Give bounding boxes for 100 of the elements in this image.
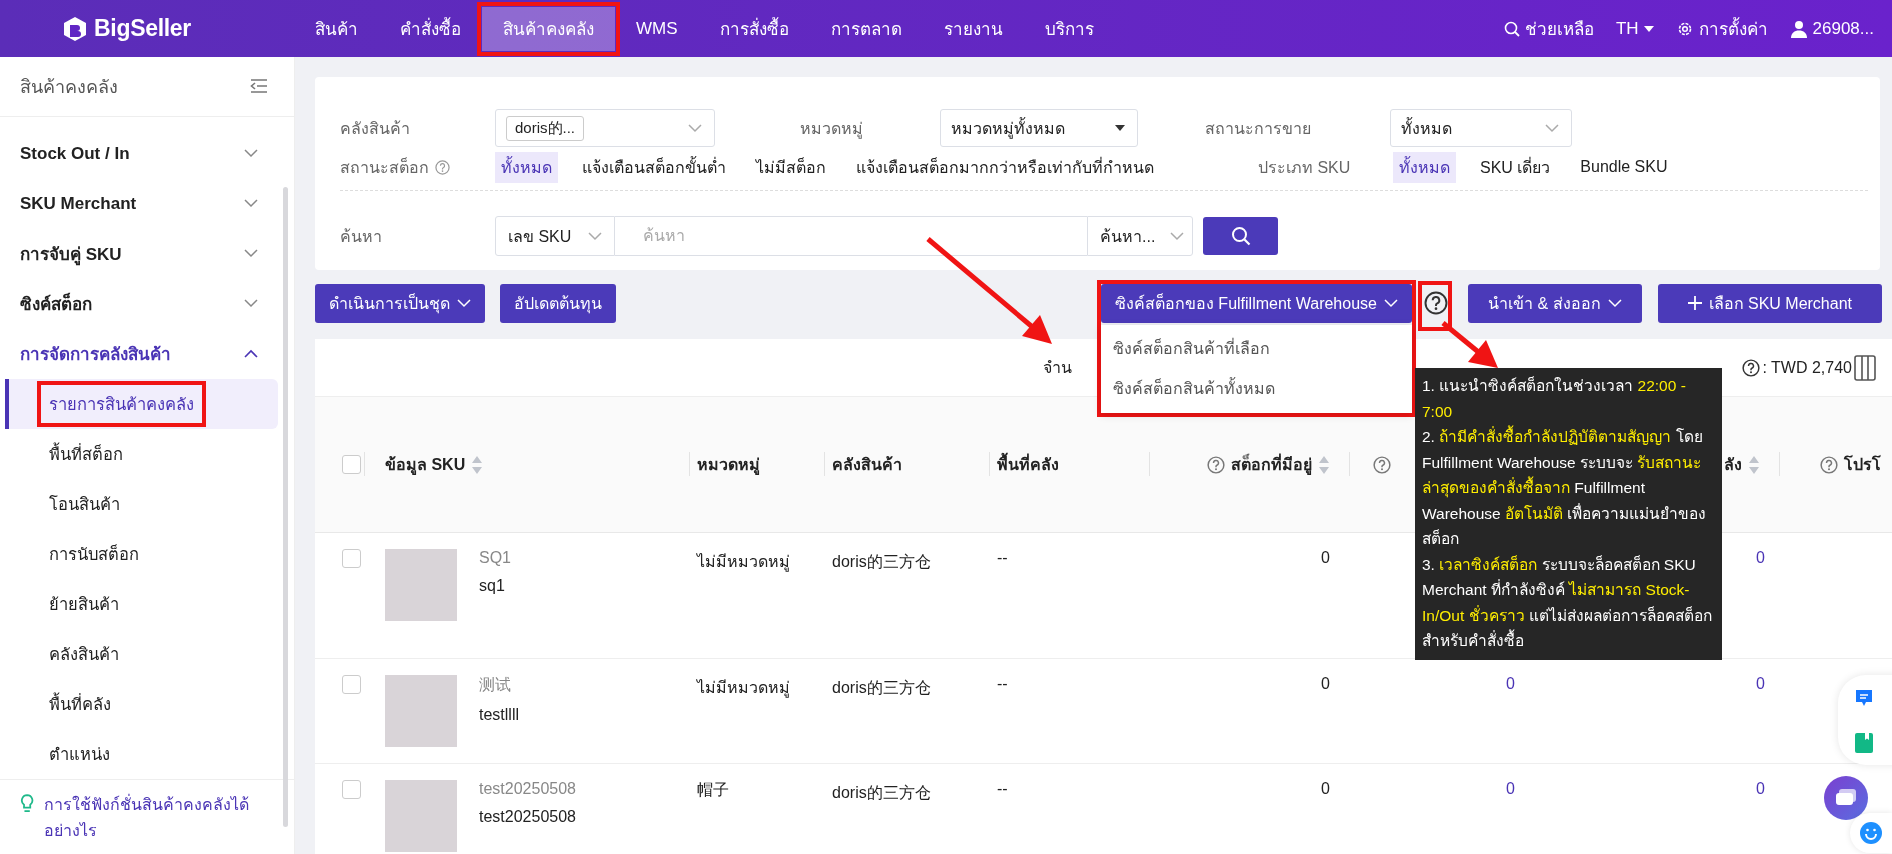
help-link[interactable]: ช่วยเหลือ bbox=[1524, 15, 1594, 42]
stock-link[interactable]: 0 bbox=[1756, 780, 1765, 797]
nav-tab[interactable]: รายงาน bbox=[922, 6, 1024, 51]
column-header: สต็อกที่มีอยู่ bbox=[1231, 452, 1312, 477]
filter-label: สถานะสต็อก bbox=[340, 156, 429, 178]
scrollbar[interactable] bbox=[283, 187, 288, 827]
help-icon bbox=[435, 159, 450, 175]
column-header: โปรโ bbox=[1844, 454, 1881, 475]
table-cell: 0 bbox=[1321, 675, 1330, 692]
selected-tag: doris的... bbox=[506, 115, 584, 141]
sku-code: 测试 bbox=[479, 675, 512, 695]
caret-down-icon bbox=[1643, 25, 1654, 32]
plus-icon bbox=[1687, 296, 1702, 310]
sidebar-item[interactable]: การนับสต็อก bbox=[5, 528, 278, 579]
sidebar-title: สินค้าคงคลัง bbox=[20, 75, 118, 99]
column-header: คลังสินค้า bbox=[832, 455, 902, 475]
search-mode-select[interactable]: ค้นหา... bbox=[1087, 216, 1193, 256]
sidebar-item[interactable]: รายการสินค้าคงคลัง bbox=[5, 378, 278, 429]
filter-label: ค้นหา bbox=[340, 226, 383, 247]
stock-link[interactable]: 0 bbox=[1506, 780, 1515, 797]
user-icon bbox=[1789, 19, 1808, 38]
checkbox[interactable] bbox=[342, 675, 361, 694]
sidebar-item[interactable]: โอนสินค้า bbox=[5, 478, 278, 529]
search-type-select[interactable]: เลข SKU bbox=[495, 216, 615, 256]
filter-chip[interactable]: ทั้งหมด bbox=[495, 151, 558, 183]
checkbox[interactable] bbox=[342, 780, 361, 799]
sync-dropdown-button[interactable]: ซิงค์สต็อกของ Fulfillment Warehouse bbox=[1100, 283, 1412, 323]
sku-code: test20250508 bbox=[479, 780, 576, 798]
nav-tab[interactable]: WMS bbox=[615, 6, 699, 51]
sidebar-group[interactable]: SKU Merchant bbox=[0, 178, 294, 229]
filter-chip[interactable]: ไม่มีสต็อก bbox=[750, 151, 832, 183]
table-cell: -- bbox=[997, 780, 1008, 797]
nav-tab[interactable]: คำสั่งซื้อ bbox=[379, 6, 482, 51]
collapse-menu-icon[interactable] bbox=[250, 78, 268, 95]
sidebar-group[interactable]: การจับคู่ SKU bbox=[0, 228, 294, 279]
logo-icon bbox=[62, 15, 88, 42]
checkbox[interactable] bbox=[342, 549, 361, 568]
filter-chip[interactable]: ทั้งหมด bbox=[1393, 151, 1456, 183]
sidebar-item[interactable]: ย้ายสินค้า bbox=[5, 578, 278, 629]
toolbar-button[interactable]: นำเข้า & ส่งออก bbox=[1467, 283, 1642, 323]
sidebar-item[interactable]: พื้นที่สต็อก bbox=[5, 428, 278, 479]
table-cell: -- bbox=[997, 675, 1008, 692]
chevron-down-icon bbox=[688, 123, 702, 133]
sidebar-group[interactable]: ซิงค์สต็อก bbox=[0, 278, 294, 329]
filter-label: หมวดหมู่ bbox=[800, 118, 864, 141]
sidebar-item[interactable]: ตำแหน่ง bbox=[5, 728, 278, 779]
category-select[interactable]: หมวดหมู่ทั้งหมด bbox=[940, 109, 1138, 147]
warehouse-select[interactable]: doris的... bbox=[495, 109, 715, 147]
sidebar-group[interactable]: การจัดการคลังสินค้า bbox=[0, 328, 294, 379]
column-header: พื้นที่คลัง bbox=[997, 452, 1059, 477]
filter-chip[interactable]: แจ้งเตือนสต็อกขั้นต่ำ bbox=[576, 151, 732, 183]
columns-icon[interactable] bbox=[1854, 354, 1876, 381]
stats-text: : TWD 2,740 bbox=[1762, 358, 1852, 377]
photo-placeholder bbox=[385, 675, 457, 747]
settings-link[interactable]: การตั้งค่า bbox=[1698, 15, 1768, 42]
sales-status-select[interactable]: ทั้งหมด bbox=[1390, 109, 1572, 147]
chevron-down-icon bbox=[1607, 298, 1622, 308]
stock-link[interactable]: 0 bbox=[1506, 675, 1515, 692]
nav-tab[interactable]: การสั่งซื้อ bbox=[698, 6, 810, 51]
column-header: ข้อมูล SKU bbox=[385, 455, 466, 477]
nav-tab[interactable]: สินค้า bbox=[294, 6, 379, 51]
search-field[interactable]: ค้นหา bbox=[615, 216, 1087, 256]
filter-chip[interactable]: SKU เดี่ยว bbox=[1474, 151, 1557, 183]
menu-item[interactable]: ซิงค์สต็อกสินค้าทั้งหมด bbox=[1100, 368, 1412, 409]
toolbar-button[interactable]: ดำเนินการเป็นชุด bbox=[315, 283, 485, 323]
filter-chip[interactable]: Bundle SKU bbox=[1574, 155, 1674, 179]
table-cell: ไม่มีหมวดหมู่ bbox=[697, 679, 790, 696]
book-icon[interactable] bbox=[1854, 731, 1874, 754]
filter-label: ประเภท SKU bbox=[1258, 157, 1352, 178]
caret-down-icon bbox=[1115, 125, 1125, 131]
user-account[interactable]: 26908... bbox=[1812, 18, 1874, 39]
search-button[interactable] bbox=[1203, 217, 1278, 255]
annotation-arrow bbox=[1441, 321, 1498, 368]
sku-name: testllll bbox=[479, 706, 519, 724]
sidebar-item[interactable]: พื้นที่คลัง bbox=[5, 678, 278, 729]
table-cell-text: doris的三方仓 bbox=[832, 678, 932, 698]
table-cell: 帽子 bbox=[697, 781, 729, 798]
filter-chip[interactable]: แจ้งเตือนสต็อกมากกว่าหรือเท่ากับที่กำหนด bbox=[850, 151, 1160, 183]
stats-text: จำน bbox=[1043, 358, 1072, 378]
sidebar-item[interactable]: คลังสินค้า bbox=[5, 628, 278, 679]
column-header: หมวดหมู่ bbox=[697, 455, 760, 477]
chevron-down-icon bbox=[1383, 298, 1398, 308]
sidebar-group[interactable]: Stock Out / In bbox=[0, 128, 294, 179]
menu-item[interactable]: ซิงค์สต็อกสินค้าที่เลือก bbox=[1100, 328, 1412, 369]
toolbar-button[interactable]: เลือก SKU Merchant bbox=[1657, 283, 1882, 323]
stock-link[interactable]: 0 bbox=[1756, 675, 1765, 692]
language-selector[interactable]: TH bbox=[1615, 18, 1639, 39]
help-link[interactable]: การใช้ฟังก์ชั่นสินค้าคงคลังได้อย่างไร bbox=[44, 791, 274, 844]
photo-placeholder bbox=[385, 549, 457, 621]
smiley-icon[interactable] bbox=[1859, 821, 1883, 845]
nav-tab[interactable]: บริการ bbox=[1023, 6, 1115, 51]
table-cell: -- bbox=[997, 549, 1008, 566]
chevron-down-icon bbox=[588, 231, 602, 241]
toolbar-button[interactable]: อัปเดตต้นทุน bbox=[500, 283, 616, 323]
tooltip-text: 1. แนะนำซิงค์สต็อกในช่วงเวลา 22:00 - 7:00 bbox=[1422, 375, 1687, 422]
stock-link[interactable]: 0 bbox=[1756, 549, 1765, 566]
checkbox[interactable] bbox=[342, 455, 361, 474]
nav-tab[interactable]: การตลาด bbox=[809, 6, 923, 51]
search-icon bbox=[1503, 20, 1520, 37]
column-header: ลัง bbox=[1724, 455, 1742, 475]
